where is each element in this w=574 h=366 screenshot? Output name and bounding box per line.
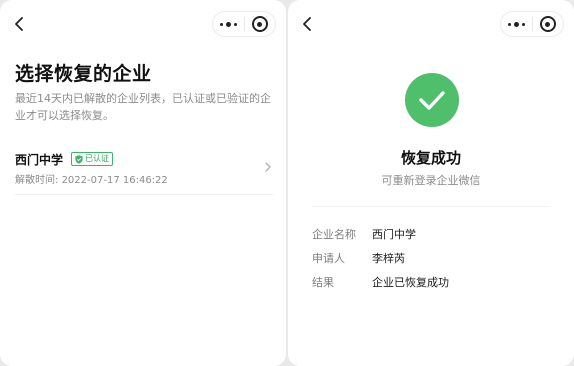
company-list-item[interactable]: 西门中学 已认证 解散时间: 2022-07-17 16:46:22 (15, 148, 273, 195)
company-select-panel: 选择恢复的企业 最近14天内已解散的企业列表，已认证或已验证的企业才可以选择恢复… (0, 0, 286, 366)
more-dots-icon (219, 21, 237, 27)
page-title: 选择恢复的企业 (15, 63, 152, 85)
restore-success-panel: 恢复成功 可重新登录企业微信 企业名称 西门中学 申请人 李梓芮 结果 企业已恢… (288, 0, 574, 366)
info-label: 企业名称 (312, 228, 356, 241)
info-value: 西门中学 (372, 228, 416, 241)
target-icon (539, 16, 556, 32)
company-name: 西门中学 (15, 153, 64, 167)
success-title: 恢复成功 (400, 149, 461, 167)
dissolve-time-label: 解散时间: (15, 175, 59, 186)
check-circle-icon (405, 73, 459, 127)
verified-badge-label: 已认证 (85, 154, 109, 163)
miniapp-capsule (500, 11, 564, 37)
divider (312, 206, 550, 207)
chevron-left-icon (15, 17, 23, 31)
more-button[interactable] (213, 12, 244, 36)
success-subtitle: 可重新登录企业微信 (381, 174, 481, 187)
info-label: 申请人 (312, 252, 345, 265)
info-value: 企业已恢复成功 (372, 276, 449, 289)
page-description: 最近14天内已解散的企业列表，已认证或已验证的企业才可以选择恢复。 (15, 92, 271, 122)
more-button[interactable] (501, 12, 532, 36)
more-dots-icon (507, 21, 525, 27)
info-label: 结果 (312, 276, 334, 289)
back-button[interactable] (10, 14, 28, 34)
result-info: 企业名称 西门中学 申请人 李梓芮 结果 企业已恢复成功 (312, 222, 449, 294)
dissolve-time-value: 2022-07-17 16:46:22 (61, 175, 168, 186)
miniapp-capsule (212, 11, 276, 37)
verified-badge: 已认证 (71, 152, 113, 166)
shield-check-icon (75, 154, 83, 164)
target-icon (251, 16, 268, 32)
chevron-right-icon (265, 162, 271, 172)
checkmark-icon (419, 91, 445, 110)
close-miniapp-button[interactable] (533, 12, 564, 36)
info-row-result: 结果 企业已恢复成功 (312, 270, 449, 294)
close-miniapp-button[interactable] (245, 12, 276, 36)
info-row-applicant: 申请人 李梓芮 (312, 246, 449, 270)
chevron-left-icon (303, 17, 311, 31)
dissolve-time: 解散时间: 2022-07-17 16:46:22 (15, 171, 168, 186)
info-value: 李梓芮 (372, 252, 405, 265)
back-button[interactable] (298, 14, 316, 34)
info-row-company: 企业名称 西门中学 (312, 222, 449, 246)
